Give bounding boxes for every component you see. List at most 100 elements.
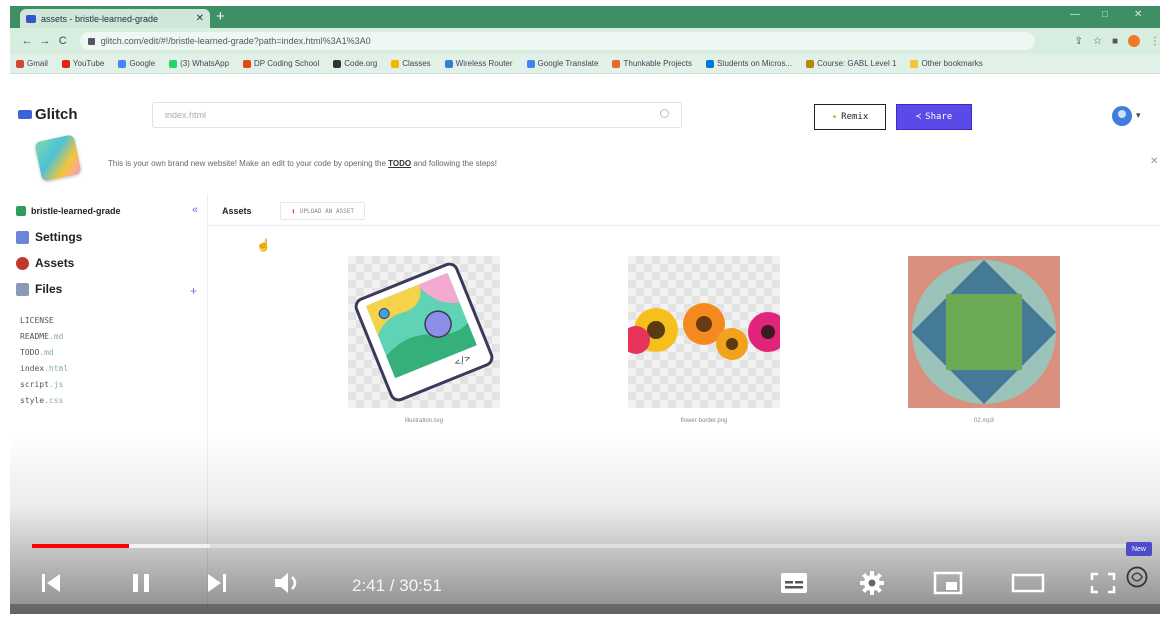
video-frame[interactable]: assets - bristle-learned-grade ✕ + — □ ✕…: [10, 6, 1160, 614]
bookmark-item[interactable]: Google: [118, 59, 155, 68]
file-item[interactable]: index.html: [20, 364, 68, 373]
project-icon: [16, 206, 26, 216]
glitch-logo[interactable]: Glitch: [18, 106, 78, 123]
bookmark-item[interactable]: (3) WhatsApp: [169, 59, 229, 68]
minimize-icon[interactable]: —: [1070, 9, 1080, 20]
bookmark-item[interactable]: Gmail: [16, 59, 48, 68]
bookmark-label: Course: GABL Level 1: [817, 59, 897, 68]
time-display: 2:41 / 30:51: [352, 576, 442, 595]
file-search-input[interactable]: index.html: [152, 102, 682, 128]
project-name-text: bristle-learned-grade: [31, 206, 121, 216]
file-name: README: [20, 332, 49, 341]
asset-card[interactable]: flower-border.png: [628, 256, 780, 424]
top-caption-cutoff: [0, 0, 1164, 4]
file-item[interactable]: style.css: [20, 396, 63, 405]
file-name: style: [20, 396, 45, 405]
bookmark-item[interactable]: Other bookmarks: [910, 59, 983, 68]
asset-caption: 02.mp3: [973, 418, 994, 424]
bookmark-item[interactable]: Course: GABL Level 1: [806, 59, 896, 68]
bookmark-item[interactable]: Classes: [391, 59, 431, 68]
video-progress-bar[interactable]: [32, 544, 1142, 548]
sidebar-item-label: Files: [35, 282, 63, 296]
banner-todo-link[interactable]: TODO: [388, 159, 411, 168]
bookmark-item[interactable]: Thunkable Projects: [612, 59, 692, 68]
fullscreen-icon[interactable]: [1088, 570, 1118, 596]
banner-close-icon[interactable]: ✕: [1150, 156, 1158, 167]
bookmark-item[interactable]: DP Coding School: [243, 59, 319, 68]
player-controls: 2:41 / 30:51: [10, 562, 1160, 606]
sidebar-item-assets[interactable]: Assets: [16, 256, 74, 270]
star-icon[interactable]: ☆: [1093, 36, 1102, 47]
bookmark-favicon-icon: [118, 59, 127, 68]
share-page-icon[interactable]: ⇪: [1075, 36, 1083, 47]
illustration-svg-preview: </>: [354, 262, 494, 402]
pause-icon[interactable]: [128, 570, 154, 596]
subtitles-icon[interactable]: [778, 570, 810, 596]
close-window-icon[interactable]: ✕: [1134, 9, 1142, 20]
file-item[interactable]: LICENSE: [20, 316, 54, 325]
next-icon[interactable]: [204, 570, 230, 596]
previous-icon[interactable]: [38, 570, 64, 596]
new-tab-icon[interactable]: +: [216, 8, 225, 26]
bookmark-label: Google Translate: [537, 59, 599, 68]
banner-text-end: and following the steps!: [411, 159, 497, 168]
lock-icon: [87, 37, 95, 45]
maximize-icon[interactable]: □: [1102, 9, 1108, 20]
sidebar-item-label: Assets: [35, 256, 75, 270]
sidebar-item-settings[interactable]: Settings: [16, 230, 82, 244]
file-item[interactable]: script.js: [20, 380, 63, 389]
miniplayer-icon[interactable]: [932, 570, 964, 596]
forward-icon[interactable]: →: [36, 35, 54, 47]
bookmark-item[interactable]: YouTube: [61, 59, 105, 68]
asset-thumbnail: [628, 256, 780, 408]
extension-icon[interactable]: ■: [1112, 36, 1118, 47]
bookmark-item[interactable]: Code.org: [333, 59, 377, 68]
file-name: LICENSE: [20, 316, 54, 325]
file-extension: .md: [39, 348, 54, 357]
welcome-banner: This is your own brand new website! Make…: [10, 130, 1160, 186]
browser-tab[interactable]: assets - bristle-learned-grade ✕: [20, 9, 210, 28]
chevron-down-icon[interactable]: ▾: [1136, 110, 1141, 121]
file-extension: .md: [48, 332, 64, 341]
url-input[interactable]: glitch.com/edit/#!/bristle-learned-grade…: [79, 32, 1035, 50]
sidebar-item-files[interactable]: Files: [16, 282, 62, 296]
bookmark-label: Students on Micros...: [716, 59, 793, 68]
file-extension: .css: [44, 396, 64, 405]
gear-icon[interactable]: [858, 570, 886, 596]
share-button[interactable]: ≺ Share: [896, 104, 972, 130]
volume-icon[interactable]: [272, 570, 302, 596]
asset-card[interactable]: </> illustration.svg: [348, 256, 500, 424]
upload-asset-button[interactable]: ⬆ UPLOAD AN ASSET: [280, 202, 366, 220]
tab-close-icon[interactable]: ✕: [196, 13, 204, 24]
assets-toolbar: Assets ⬆ UPLOAD AN ASSET: [208, 194, 1160, 226]
menu-icon[interactable]: ⋮: [1150, 36, 1160, 47]
file-item[interactable]: TODO.md: [20, 348, 54, 357]
banner-text-start: This is your own brand new website! Make…: [108, 159, 389, 168]
back-icon[interactable]: ←: [18, 35, 36, 47]
file-item[interactable]: README.md: [20, 332, 63, 341]
files-icon: [16, 282, 29, 296]
channel-watermark-icon[interactable]: [1122, 564, 1152, 590]
bookmark-favicon-icon: [61, 59, 70, 68]
reload-icon[interactable]: C: [54, 35, 72, 47]
asset-card[interactable]: 02.mp3: [908, 256, 1060, 424]
flower-border-preview: [628, 303, 780, 360]
file-extension: .js: [48, 380, 64, 389]
bookmark-item[interactable]: Wireless Router: [444, 59, 513, 68]
asset-caption: flower-border.png: [680, 418, 728, 424]
bookmark-item[interactable]: Google Translate: [526, 59, 599, 68]
bookmark-item[interactable]: Students on Micros...: [705, 59, 793, 68]
bookmark-favicon-icon: [526, 59, 535, 68]
project-name[interactable]: bristle-learned-grade: [16, 206, 121, 216]
theater-mode-icon[interactable]: [1010, 570, 1046, 596]
bookmark-label: Gmail: [27, 59, 48, 68]
bookmark-favicon-icon: [612, 59, 621, 68]
file-name: script: [20, 380, 49, 389]
add-file-icon[interactable]: +: [190, 284, 197, 298]
remix-button[interactable]: ✦ Remix: [814, 104, 886, 130]
profile-extension-icon[interactable]: [1128, 35, 1141, 47]
collapse-sidebar-icon[interactable]: «: [192, 204, 198, 216]
bookmark-label: YouTube: [72, 59, 105, 68]
user-avatar[interactable]: [1112, 106, 1132, 126]
tab-assets[interactable]: Assets: [222, 206, 252, 216]
